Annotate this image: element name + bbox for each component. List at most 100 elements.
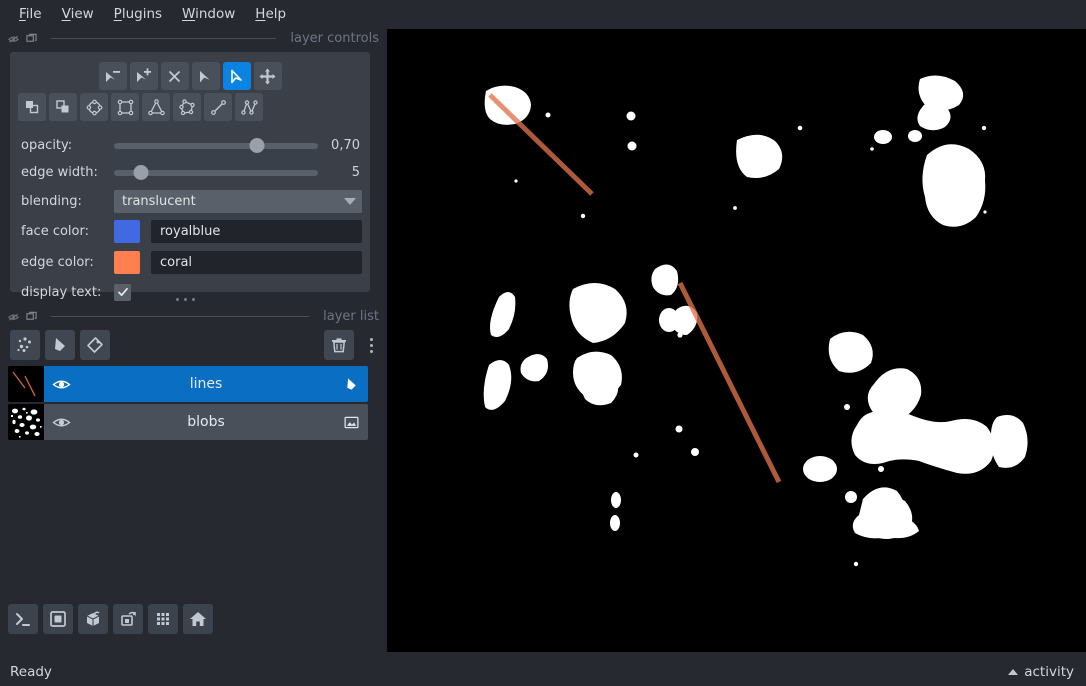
console-icon <box>16 613 30 626</box>
menu-item-window[interactable]: Window <box>173 3 244 25</box>
layer-controls-title: layer controls <box>290 30 379 46</box>
ndisplay-3d-button[interactable] <box>78 604 108 634</box>
console-button[interactable] <box>8 604 38 634</box>
layer-visibility-toggle-lines[interactable] <box>44 375 78 394</box>
edge-width-value: 5 <box>351 165 360 180</box>
layer-thumbnail-lines <box>8 366 44 402</box>
add-polygon-tool[interactable] <box>142 93 170 121</box>
layer-thumbnail-blobs <box>8 404 44 440</box>
layer-list-title: layer list <box>323 308 379 324</box>
float-dock-icon[interactable] <box>8 33 19 44</box>
reset-view-button[interactable] <box>183 604 213 634</box>
new-labels-layer-button[interactable] <box>80 330 110 360</box>
edge-width-label: edge width: <box>21 165 98 180</box>
chevron-up-icon <box>1008 669 1019 675</box>
opacity-row: opacity: 0,70 <box>18 133 362 158</box>
add-rectangle-tool[interactable] <box>111 93 139 121</box>
edge-width-slider[interactable] <box>114 163 318 183</box>
blending-label: blending: <box>21 193 82 209</box>
edge-color-swatch[interactable] <box>114 251 140 274</box>
canvas-scene <box>387 29 1086 652</box>
canvas-background <box>387 29 1086 652</box>
opacity-slider-track <box>114 142 318 149</box>
activity-button[interactable]: activity <box>1008 664 1074 680</box>
select-shapes-tool[interactable] <box>191 62 220 90</box>
opacity-value: 0,70 <box>331 138 360 153</box>
dock-title-rule <box>51 37 277 39</box>
points-icon <box>17 337 31 352</box>
blending-value: translucent <box>122 193 196 209</box>
layer-name-blobs: blobs <box>187 414 225 430</box>
layer-visibility-toggle-blobs[interactable] <box>44 413 78 432</box>
move-front-tool[interactable] <box>18 93 46 121</box>
check-icon <box>117 287 128 297</box>
vertex-remove-tool[interactable] <box>98 62 127 90</box>
close-dock-icon[interactable] <box>26 311 37 322</box>
status-bar: Ready activity <box>0 658 1086 686</box>
display-text-label: display text: <box>21 284 102 300</box>
menu-bar: File View Plugins Window Help <box>0 0 1086 28</box>
delete-shape-tool[interactable] <box>160 62 189 90</box>
opacity-slider-handle[interactable] <box>249 138 265 153</box>
grid-icon <box>157 613 169 625</box>
delete-layer-button[interactable] <box>324 330 354 360</box>
trash-icon <box>332 338 346 353</box>
menu-item-help[interactable]: Help <box>246 3 295 25</box>
shape-mode-toolbar <box>18 62 362 90</box>
ndisplay-toggle-button[interactable] <box>43 604 73 634</box>
add-ellipse-tool[interactable] <box>80 93 108 121</box>
edge-width-row: edge width: 5 <box>18 160 362 185</box>
blending-row: blending: translucent <box>18 187 362 215</box>
float-dock-icon[interactable] <box>8 311 19 322</box>
display-text-checkbox[interactable] <box>114 283 131 301</box>
left-dock-column: layer controls opacity: 0,70 edge width:… <box>0 28 387 658</box>
layer-type-icon-image <box>334 414 368 431</box>
home-icon <box>190 612 206 626</box>
add-polygon-lasso-tool[interactable] <box>173 93 201 121</box>
shapes-icon <box>55 338 65 351</box>
eye-icon <box>51 418 71 426</box>
roll-dims-icon <box>121 611 136 626</box>
viewer-bottom-toolbar <box>8 604 213 634</box>
new-shapes-layer-button[interactable] <box>45 330 75 360</box>
layer-row-lines[interactable]: lines <box>8 366 368 402</box>
menu-item-view[interactable]: View <box>53 3 103 25</box>
close-dock-icon[interactable] <box>26 33 37 44</box>
status-message: Ready <box>10 664 52 680</box>
opacity-slider[interactable] <box>114 136 318 156</box>
layer-controls-dock-title: layer controls <box>0 28 387 48</box>
add-line-tool[interactable] <box>204 93 232 121</box>
activity-label: activity <box>1024 664 1074 680</box>
direct-select-tool[interactable] <box>222 62 251 90</box>
pan-zoom-tool[interactable] <box>253 62 282 90</box>
layer-type-icon-shapes <box>334 376 368 393</box>
edge-color-input[interactable]: coral <box>151 251 362 274</box>
edge-width-slider-handle[interactable] <box>133 165 149 180</box>
add-path-tool[interactable] <box>235 93 263 121</box>
cube-3d-icon <box>86 611 100 626</box>
layer-row-blobs[interactable]: blobs <box>8 404 368 440</box>
new-points-layer-button[interactable] <box>10 330 40 360</box>
blending-select[interactable]: translucent <box>114 189 362 213</box>
layer-controls-panel: opacity: 0,70 edge width: 5 blending: tr… <box>10 52 370 301</box>
layer-list-panel: lines blobs <box>0 330 387 440</box>
menu-item-plugins[interactable]: Plugins <box>105 3 171 25</box>
layer-name-lines: lines <box>189 376 223 392</box>
square-2d-icon <box>50 611 66 627</box>
move-back-tool[interactable] <box>49 93 77 121</box>
vertex-insert-tool[interactable] <box>129 62 158 90</box>
face-color-swatch[interactable] <box>114 220 140 243</box>
eye-icon <box>51 380 71 388</box>
roll-dims-button[interactable] <box>113 604 143 634</box>
layer-list-overflow-button[interactable] <box>365 330 377 360</box>
viewer-canvas[interactable] <box>387 29 1086 652</box>
face-color-input[interactable]: royalblue <box>151 220 362 243</box>
layer-list-buttons <box>10 330 377 360</box>
edge-color-row: edge color: coral <box>18 248 362 277</box>
menu-item-file[interactable]: File <box>10 3 51 25</box>
shape-create-toolbar <box>18 93 362 121</box>
face-color-row: face color: royalblue <box>18 217 362 246</box>
transpose-dims-button[interactable] <box>148 604 178 634</box>
dock-title-rule <box>51 315 310 317</box>
face-color-label: face color: <box>21 224 89 239</box>
